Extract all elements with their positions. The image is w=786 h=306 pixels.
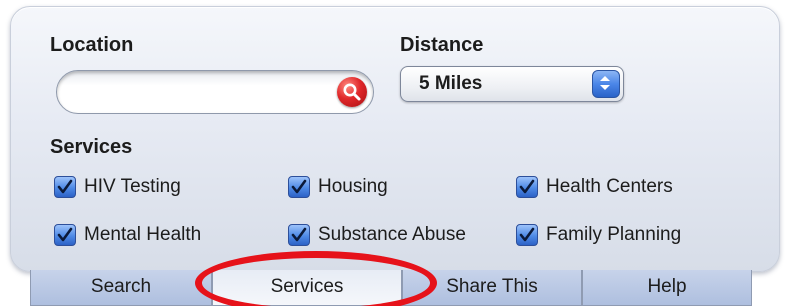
tab-bar: Search Services Share This Help [30,270,752,306]
checkbox-checked-icon [288,224,310,246]
service-checkbox-health-centers[interactable]: Health Centers [516,176,673,198]
service-label: Substance Abuse [318,224,466,245]
service-checkbox-mental-health[interactable]: Mental Health [54,224,201,246]
widget-stage: Location Distance 5 Miles Services HIV T… [0,0,786,306]
services-label: Services [50,136,133,158]
tab-search[interactable]: Search [30,270,212,306]
service-checkbox-substance-abuse[interactable]: Substance Abuse [288,224,466,246]
select-arrows-icon [592,70,620,98]
service-checkbox-hiv-testing[interactable]: HIV Testing [54,176,181,198]
service-label: Family Planning [546,224,682,245]
service-checkbox-family-planning[interactable]: Family Planning [516,224,681,246]
service-label: Housing [318,176,388,197]
location-input[interactable] [73,79,327,107]
distance-select[interactable]: 5 Miles [400,66,624,102]
checkbox-checked-icon [516,176,538,198]
service-label: Mental Health [84,224,202,245]
location-label: Location [50,34,134,56]
service-checkbox-housing[interactable]: Housing [288,176,388,198]
distance-label: Distance [400,34,484,56]
location-field[interactable] [56,70,374,114]
magnifier-icon [343,83,361,101]
checkbox-checked-icon [54,224,76,246]
service-label: HIV Testing [84,176,181,197]
tab-help[interactable]: Help [582,270,752,306]
service-label: Health Centers [546,176,673,197]
tab-services[interactable]: Services [212,270,402,306]
distance-value: 5 Miles [419,73,483,94]
checkbox-checked-icon [54,176,76,198]
checkbox-checked-icon [288,176,310,198]
tab-share-this[interactable]: Share This [402,270,582,306]
checkbox-checked-icon [516,224,538,246]
search-button[interactable] [337,77,367,107]
